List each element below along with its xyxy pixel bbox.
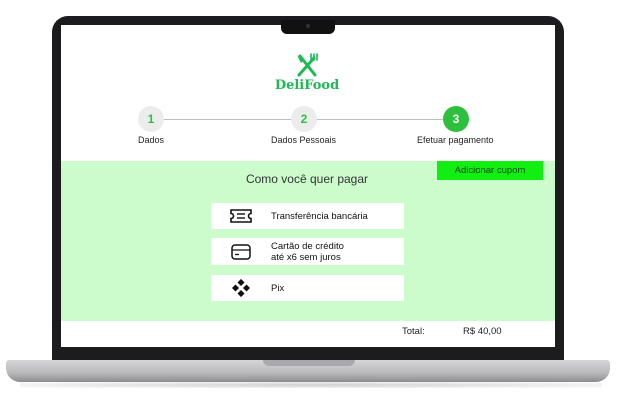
payment-title: Como você quer pagar (245, 172, 369, 186)
brand-name: DeliFood (274, 78, 340, 93)
ticket-icon (211, 209, 271, 223)
card-label-line2: até x6 sem juros (271, 251, 341, 263)
total-value: R$ 40,00 (463, 326, 502, 337)
add-coupon-button[interactable]: Adicionar cupom (437, 161, 543, 180)
step-2-circle[interactable]: 2 (291, 106, 317, 132)
pix-icon (211, 279, 271, 297)
step-3-circle[interactable]: 3 (443, 106, 469, 132)
step-1-label: Dados (138, 135, 165, 145)
total-label: Total: (402, 326, 425, 337)
credit-card-icon (211, 243, 271, 260)
payment-option-transfer[interactable]: Transferência bancária (211, 203, 404, 229)
screen: DeliFood 1 2 3 Dados Dados Pessoais Efet… (61, 25, 555, 347)
laptop-opening-notch (263, 360, 355, 366)
step-connector (164, 119, 294, 120)
payment-option-label: Pix (271, 282, 285, 294)
laptop-shadow (20, 382, 602, 388)
step-3-label: Efetuar pagamento (417, 135, 494, 145)
step-1-circle[interactable]: 1 (138, 106, 164, 132)
payment-option-pix[interactable]: Pix (211, 275, 404, 301)
camera-notch (281, 20, 335, 34)
payment-option-credit-card[interactable]: Cartão de crédito até x6 sem juros (211, 238, 404, 265)
step-connector (317, 119, 443, 120)
camera-icon (306, 24, 310, 28)
payment-option-label: Transferência bancária (271, 210, 368, 222)
card-label-line1: Cartão de crédito (271, 240, 344, 252)
fork-knife-icon (297, 53, 318, 77)
payment-option-label: Cartão de crédito até x6 sem juros (271, 241, 344, 263)
step-2-label: Dados Pessoais (271, 135, 337, 145)
